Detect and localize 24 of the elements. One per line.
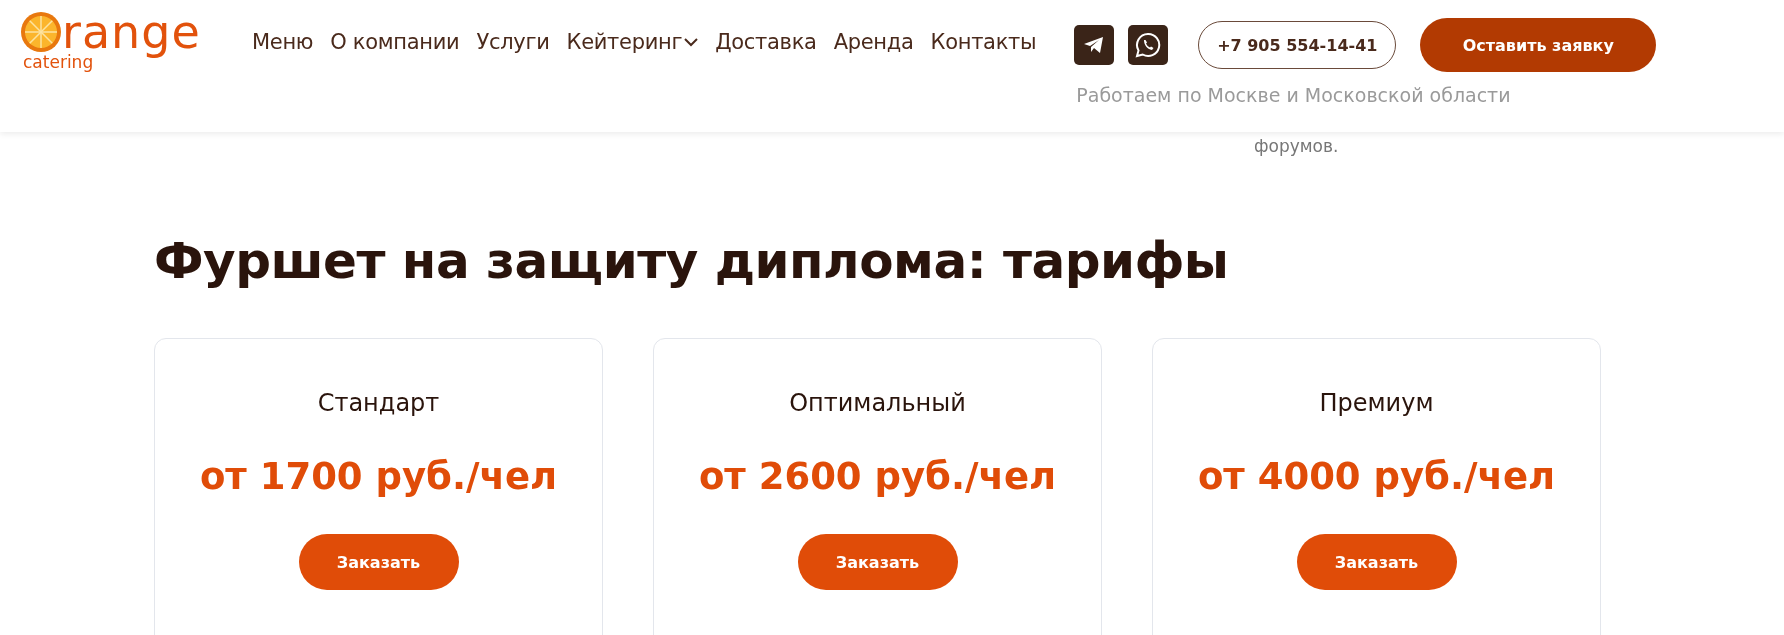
tariff-price: от 4000 руб./чел [1197, 455, 1556, 498]
nav-link[interactable]: Кейтеринг [566, 30, 699, 54]
nav-link[interactable]: Услуги [476, 30, 550, 54]
fruit-slice-icon [20, 11, 62, 53]
order-button[interactable]: Заказать [298, 534, 459, 590]
order-button[interactable]: Заказать [1296, 534, 1457, 590]
social-link[interactable] [1128, 25, 1169, 65]
request-button[interactable]: Оставить заявку [1420, 18, 1657, 72]
tariff-name: Оптимальный [789, 389, 966, 417]
nav-link[interactable]: Доставка [715, 30, 817, 54]
tariff-name: Премиум [1319, 389, 1434, 417]
tariff-name: Стандарт [317, 389, 440, 417]
nav-link[interactable]: Аренда [833, 30, 914, 54]
region-note: Работаем по Москве и Московской области [1076, 84, 1512, 106]
tariff-price: от 2600 руб./чел [698, 455, 1057, 498]
order-button[interactable]: Заказать [797, 534, 958, 590]
phone-bubble-icon [1135, 32, 1162, 58]
nav-link[interactable]: Меню [252, 30, 314, 54]
tariff-price: от 1700 руб./чел [199, 455, 558, 498]
social-link[interactable] [1074, 25, 1115, 65]
nav-link[interactable]: О компании [330, 30, 460, 54]
body-text: форумов. [1254, 136, 1339, 156]
section-title: Фуршет на защиту диплома: тарифы [154, 232, 1230, 290]
nav-link[interactable]: Контакты [930, 30, 1037, 54]
